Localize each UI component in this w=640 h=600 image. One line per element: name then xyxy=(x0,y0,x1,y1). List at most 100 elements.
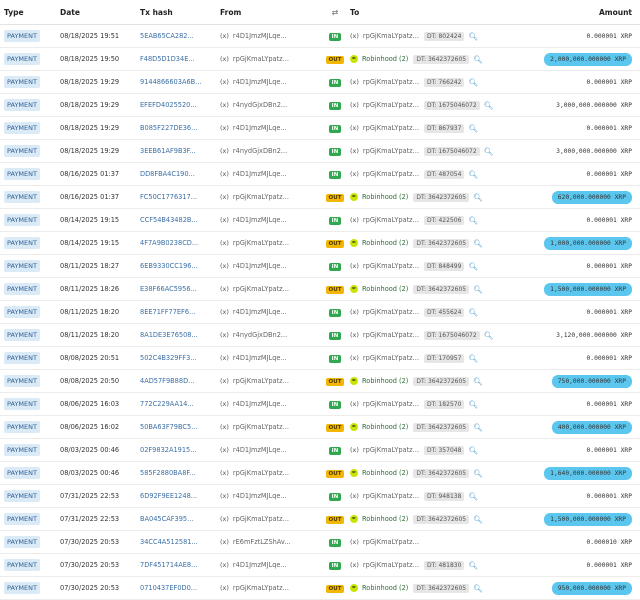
magnify-icon[interactable]: 🔍︎ xyxy=(484,147,494,156)
from-address[interactable]: rpGjKmaLYpatz... xyxy=(233,469,289,477)
to-address[interactable]: rpGjKmaLYpatz... xyxy=(363,32,419,40)
magnify-icon[interactable]: 🔍︎ xyxy=(468,492,478,501)
col-header-hash[interactable]: Tx hash xyxy=(140,0,220,25)
from-address[interactable]: r4D1JmzMJLqe... xyxy=(233,262,287,270)
tx-hash-link[interactable]: DD8FBA4C190... xyxy=(140,170,195,178)
to-address[interactable]: rpGjKmaLYpatz... xyxy=(363,78,419,86)
tx-hash-link[interactable]: 34CC4A512581... xyxy=(140,538,198,546)
from-address[interactable]: r4D1JmzMJLqe... xyxy=(233,400,287,408)
from-address[interactable]: rE6mFztLZShAv... xyxy=(233,538,291,546)
to-address[interactable]: rpGjKmaLYpatz... xyxy=(363,492,419,500)
from-address[interactable]: r4D1JmzMJLqe... xyxy=(233,354,287,362)
magnify-icon[interactable]: 🔍︎ xyxy=(468,262,478,271)
from-address[interactable]: rpGjKmaLYpatz... xyxy=(233,239,289,247)
magnify-icon[interactable]: 🔍︎ xyxy=(484,101,494,110)
to-address[interactable]: rpGjKmaLYpatz... xyxy=(363,308,419,316)
tx-hash-link[interactable]: 0710437EF0D0... xyxy=(140,584,197,592)
magnify-icon[interactable]: 🔍︎ xyxy=(484,331,494,340)
tx-hash-link[interactable]: EFEFD4025520... xyxy=(140,101,197,109)
to-address[interactable]: Robinhood (2) xyxy=(362,193,408,201)
magnify-icon[interactable]: 🔍︎ xyxy=(473,285,483,294)
tx-hash-link[interactable]: 8A1DE3E76508... xyxy=(140,331,198,339)
tx-hash-link[interactable]: 50BA63F79BC5... xyxy=(140,423,198,431)
tx-hash-link[interactable]: BA045CAF395... xyxy=(140,515,193,523)
to-address[interactable]: rpGjKmaLYpatz... xyxy=(363,400,419,408)
from-address[interactable]: r4D1JmzMJLqe... xyxy=(233,492,287,500)
to-address[interactable]: rpGjKmaLYpatz... xyxy=(363,170,419,178)
swap-arrows-icon[interactable]: ⇄ xyxy=(332,8,339,17)
col-header-to[interactable]: To xyxy=(350,0,500,25)
tx-hash-link[interactable]: E38F66AC5956... xyxy=(140,285,197,293)
tx-hash-link[interactable]: 6D92F9EE1248... xyxy=(140,492,197,500)
to-address[interactable]: Robinhood (2) xyxy=(362,423,408,431)
col-header-date[interactable]: Date xyxy=(60,0,140,25)
col-header-type[interactable]: Type xyxy=(0,0,60,25)
to-address[interactable]: Robinhood (2) xyxy=(362,285,408,293)
from-address[interactable]: r4D1JmzMJLqe... xyxy=(233,78,287,86)
from-address[interactable]: r4D1JmzMJLqe... xyxy=(233,446,287,454)
to-address[interactable]: Robinhood (2) xyxy=(362,55,408,63)
to-address[interactable]: rpGjKmaLYpatz... xyxy=(363,331,419,339)
from-address[interactable]: r4D1JmzMJLqe... xyxy=(233,561,287,569)
tx-hash-link[interactable]: 772C229AA14... xyxy=(140,400,194,408)
from-address[interactable]: r4D1JmzMJLqe... xyxy=(233,170,287,178)
magnify-icon[interactable]: 🔍︎ xyxy=(473,239,483,248)
to-address[interactable]: rpGjKmaLYpatz... xyxy=(363,147,419,155)
from-address[interactable]: rpGjKmaLYpatz... xyxy=(233,515,289,523)
magnify-icon[interactable]: 🔍︎ xyxy=(473,423,483,432)
magnify-icon[interactable]: 🔍︎ xyxy=(468,446,478,455)
from-address[interactable]: r4D1JmzMJLqe... xyxy=(233,124,287,132)
magnify-icon[interactable]: 🔍︎ xyxy=(473,377,483,386)
magnify-icon[interactable]: 🔍︎ xyxy=(468,78,478,87)
magnify-icon[interactable]: 🔍︎ xyxy=(468,170,478,179)
to-address[interactable]: Robinhood (2) xyxy=(362,584,408,592)
to-address[interactable]: rpGjKmaLYpatz... xyxy=(363,561,419,569)
tx-hash-link[interactable]: FC50C1776317... xyxy=(140,193,197,201)
from-address[interactable]: rpGjKmaLYpatz... xyxy=(233,193,289,201)
to-address[interactable]: rpGjKmaLYpatz... xyxy=(363,216,419,224)
col-header-amount[interactable]: Amount xyxy=(500,0,640,25)
tx-hash-link[interactable]: 4AD57F9B88D... xyxy=(140,377,194,385)
magnify-icon[interactable]: 🔍︎ xyxy=(468,216,478,225)
from-address[interactable]: rpGjKmaLYpatz... xyxy=(233,285,289,293)
from-address[interactable]: r4D1JmzMJLqe... xyxy=(233,32,287,40)
magnify-icon[interactable]: 🔍︎ xyxy=(473,469,483,478)
tx-hash-link[interactable]: 4F7A9B0238CD... xyxy=(140,239,198,247)
magnify-icon[interactable]: 🔍︎ xyxy=(468,400,478,409)
to-address[interactable]: Robinhood (2) xyxy=(362,377,408,385)
from-address[interactable]: r4nydGjxDBn2... xyxy=(233,147,287,155)
to-address[interactable]: rpGjKmaLYpatz... xyxy=(363,446,419,454)
from-address[interactable]: r4nydGjxDBn2... xyxy=(233,331,287,339)
magnify-icon[interactable]: 🔍︎ xyxy=(468,561,478,570)
from-address[interactable]: rpGjKmaLYpatz... xyxy=(233,423,289,431)
to-address[interactable]: rpGjKmaLYpatz... xyxy=(363,538,419,546)
tx-hash-link[interactable]: 9144866603A6B... xyxy=(140,78,201,86)
to-address[interactable]: Robinhood (2) xyxy=(362,515,408,523)
magnify-icon[interactable]: 🔍︎ xyxy=(468,124,478,133)
tx-hash-link[interactable]: 585F2880BA8F... xyxy=(140,469,195,477)
from-address[interactable]: rpGjKmaLYpatz... xyxy=(233,55,289,63)
magnify-icon[interactable]: 🔍︎ xyxy=(473,515,483,524)
magnify-icon[interactable]: 🔍︎ xyxy=(468,32,478,41)
tx-hash-link[interactable]: 7DF451714AE8... xyxy=(140,561,197,569)
tx-hash-link[interactable]: 502C4B329FF3... xyxy=(140,354,197,362)
tx-hash-link[interactable]: 02F9832A1915... xyxy=(140,446,197,454)
tx-hash-link[interactable]: 5EAB65CA282... xyxy=(140,32,194,40)
magnify-icon[interactable]: 🔍︎ xyxy=(473,55,483,64)
to-address[interactable]: rpGjKmaLYpatz... xyxy=(363,124,419,132)
magnify-icon[interactable]: 🔍︎ xyxy=(473,193,483,202)
tx-hash-link[interactable]: F48D5D1D34E... xyxy=(140,55,195,63)
from-address[interactable]: rpGjKmaLYpatz... xyxy=(233,584,289,592)
col-header-direction[interactable]: ⇄ xyxy=(320,0,350,25)
magnify-icon[interactable]: 🔍︎ xyxy=(473,584,483,593)
from-address[interactable]: r4D1JmzMJLqe... xyxy=(233,216,287,224)
to-address[interactable]: rpGjKmaLYpatz... xyxy=(363,101,419,109)
magnify-icon[interactable]: 🔍︎ xyxy=(468,354,478,363)
to-address[interactable]: Robinhood (2) xyxy=(362,469,408,477)
to-address[interactable]: rpGjKmaLYpatz... xyxy=(363,262,419,270)
tx-hash-link[interactable]: 6EB9330CC196... xyxy=(140,262,198,270)
tx-hash-link[interactable]: 8EE71FF77EF6... xyxy=(140,308,195,316)
from-address[interactable]: rpGjKmaLYpatz... xyxy=(233,377,289,385)
from-address[interactable]: r4D1JmzMJLqe... xyxy=(233,308,287,316)
col-header-from[interactable]: From xyxy=(220,0,320,25)
